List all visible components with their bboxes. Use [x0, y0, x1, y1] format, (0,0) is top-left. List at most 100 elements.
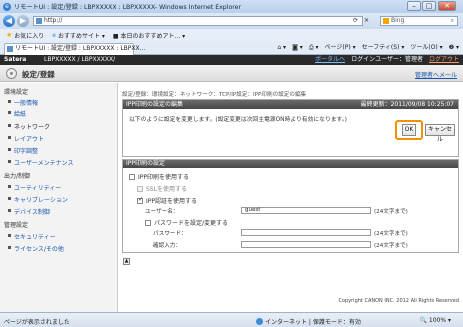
brand-logo: Satera [4, 56, 27, 63]
sidebar-section-management: 管理設定 [4, 222, 29, 229]
ie-icon: e [52, 31, 56, 39]
page-title: 設定/登録 [22, 70, 55, 79]
sidebar-item-license[interactable]: ライセンス/その他 [8, 244, 64, 253]
status-text: ページが表示されました [4, 319, 70, 326]
sidebar-item-security[interactable]: セキュリティー [8, 232, 56, 241]
ok-button[interactable]: OK [402, 124, 416, 136]
zoom-level[interactable]: 🔍 100% ▾ [420, 317, 451, 324]
use-ssl-label: SSLを使用する [146, 186, 187, 193]
use-ssl-row: SSLを使用する [137, 184, 187, 193]
use-ipp-row: IPP印刷を使用する [129, 172, 189, 181]
page-icon [36, 18, 42, 24]
favorites-button[interactable]: ★ お気に入り [6, 31, 44, 40]
edit-panel-title: IPP印刷の設定の編集 [126, 101, 184, 108]
command-bar: ⌂ ▾ ◙ ▾ ⎙ ▾ ページ(P) ▾ セーフティ(S) ▾ ツール(O) ▾… [277, 43, 459, 53]
printer-name: LBPXXXXX / LBPXXXXX/ [44, 56, 116, 63]
login-user: ログインユーザー：管理者 [351, 56, 423, 63]
sidebar-section-preferences: 環境設定 [4, 89, 29, 96]
cancel-button[interactable]: キャンセル [425, 124, 455, 143]
bing-icon [383, 18, 389, 24]
sidebar-item-device-control[interactable]: デバイス制御 [8, 207, 50, 216]
portal-link[interactable]: ポータルへ [315, 55, 345, 65]
use-auth-checkbox[interactable] [137, 196, 143, 204]
window-title-bar: e リモートUI : 設定/登録 : LBPXXXXX : LBPXXXXX- … [0, 0, 463, 13]
star-icon: ★ [6, 31, 13, 39]
password-input[interactable] [241, 229, 371, 236]
mail-admin-link[interactable]: 管理者へメール [415, 70, 457, 79]
web-page: Satera LBPXXXXX / LBPXXXXX/ ポータルへ ログインユー… [0, 55, 463, 312]
fav-suggested-label: おすすめサイト ▾ [58, 32, 105, 40]
main-content: 設定/登録：環境設定：ネットワーク：TCP/IP設定：IPP印刷の設定の編集 I… [119, 83, 463, 312]
search-input[interactable]: Bing ⌕ [380, 16, 458, 26]
window-title: リモートUI : 設定/登録 : LBPXXXXX : LBPXXXXX- Wi… [14, 4, 242, 11]
tab-label: リモートUI : 設定/登録 : LBPXXXXX : LBPXX... [15, 45, 146, 52]
maximize-button[interactable]: □ [422, 1, 436, 11]
sidebar-item-user-maintenance[interactable]: ユーザーメンテナンス [8, 158, 74, 167]
search-placeholder: Bing [391, 17, 405, 24]
home-icon[interactable]: ⌂ ▾ [277, 43, 286, 53]
close-button[interactable]: ✕ [438, 1, 456, 11]
safety-menu[interactable]: セーフティ(S) ▾ [362, 43, 405, 53]
sidebar-item-network[interactable]: ネットワーク [8, 122, 50, 131]
use-ssl-checkbox[interactable] [137, 185, 143, 192]
url-input[interactable]: http:// [33, 16, 363, 26]
tools-menu[interactable]: ツール(O) ▾ [410, 43, 442, 53]
bullet-icon [8, 100, 11, 103]
use-ipp-label: IPP印刷を使用する [138, 174, 190, 181]
settings-gear-icon [6, 68, 17, 79]
help-menu[interactable]: ❷ ▾ [449, 43, 459, 53]
bullet-icon [8, 197, 11, 200]
back-button[interactable]: ◀ [3, 15, 15, 27]
sidebar-item-general[interactable]: 一般情報 [8, 98, 38, 107]
confirm-message: 以下のように設定を変更します。(設定変更は次回主電源ON時より有効になります。) [129, 117, 347, 123]
sidebar-item-layout[interactable]: レイアウト [8, 134, 44, 143]
username-note: (24文字まで) [374, 209, 408, 215]
sidebar-item-paper[interactable]: 給紙 [8, 109, 26, 118]
favorites-bar: ★ お気に入り e おすすめサイト ▾ ■ 本日のおすすめアト... ▾ [0, 29, 463, 41]
bullet-icon [8, 124, 11, 127]
sidebar-item-print-adjust[interactable]: 印字調整 [8, 146, 38, 155]
sidebar-item-calibration[interactable]: キャリブレーション [8, 195, 68, 204]
sidebar-item-utility[interactable]: ユーティリティー [8, 183, 61, 192]
forward-button[interactable]: ▶ [17, 15, 29, 27]
logout-link[interactable]: ログアウト [429, 55, 459, 65]
use-auth-row: IPP認証を使用する [137, 196, 197, 205]
copyright: Copyright CANON INC. 2012 All Rights Res… [338, 298, 459, 304]
fav-web-slice[interactable]: ■ 本日のおすすめアト... ▾ [113, 31, 185, 40]
search-icon[interactable]: ⌕ [451, 17, 454, 25]
print-icon[interactable]: ⎙ ▾ [309, 43, 319, 53]
security-zone: インターネット | 保護モード：有効 [256, 317, 361, 326]
ipp-settings-panel: IPP印刷の設定 IPP印刷を使用する SSLを使用する IPP認証を使用する … [122, 159, 459, 253]
fav-suggested-sites[interactable]: e おすすめサイト ▾ [52, 31, 105, 40]
page-menu[interactable]: ページ(P) ▾ [325, 43, 356, 53]
confirm-note: (24文字まで) [374, 243, 408, 249]
sidebar: 環境設定 一般情報 給紙 ネットワーク レイアウト 印字調整 ユーザーメンテナン… [0, 83, 118, 312]
bullet-icon [8, 111, 11, 114]
confirm-password-input[interactable] [241, 241, 371, 248]
page-title-bar: 設定/登録 管理者へメール [0, 65, 463, 82]
status-bar: ページが表示されました インターネット | 保護モード：有効 🔍 100% ▾ [0, 312, 463, 327]
breadcrumb: 設定/登録：環境設定：ネットワーク：TCP/IP設定：IPP印刷の設定の編集 [122, 92, 307, 98]
browser-tab[interactable]: リモートUI : 設定/登録 : LBPXXXXX : LBPXX... [4, 43, 145, 55]
globe-icon [256, 318, 263, 325]
password-note: (24文字まで) [374, 231, 408, 237]
username-input[interactable]: guest [241, 207, 371, 214]
username-label: ユーザー名： [145, 209, 179, 215]
bullet-icon [8, 209, 11, 212]
set-password-label: パスワードを設定/変更する [154, 220, 229, 227]
address-bar-row: ◀ ▶ http:// ⟳ ✕ Bing ⌕ [0, 13, 463, 29]
password-label: パスワード： [153, 231, 187, 237]
zone-text: インターネット | 保護モード：有効 [265, 319, 361, 326]
stop-icon[interactable]: ✕ [364, 16, 369, 26]
use-ipp-checkbox[interactable] [129, 173, 135, 180]
sidebar-section-output: 出力/制御 [4, 173, 31, 180]
url-text: http:// [44, 17, 63, 24]
ipp-settings-header: IPP印刷の設定 [123, 160, 458, 168]
zoom-icon: 🔍 [419, 317, 427, 324]
refresh-icon[interactable]: ⟳ [353, 16, 358, 26]
feeds-icon[interactable]: ◙ ▾ [292, 43, 303, 53]
set-password-checkbox[interactable] [145, 219, 151, 226]
minimize-button[interactable]: – [407, 1, 421, 11]
page-top-button[interactable]: ▲ [123, 258, 130, 265]
fav-web-slice-label: ■ 本日のおすすめアト... ▾ [112, 32, 186, 40]
